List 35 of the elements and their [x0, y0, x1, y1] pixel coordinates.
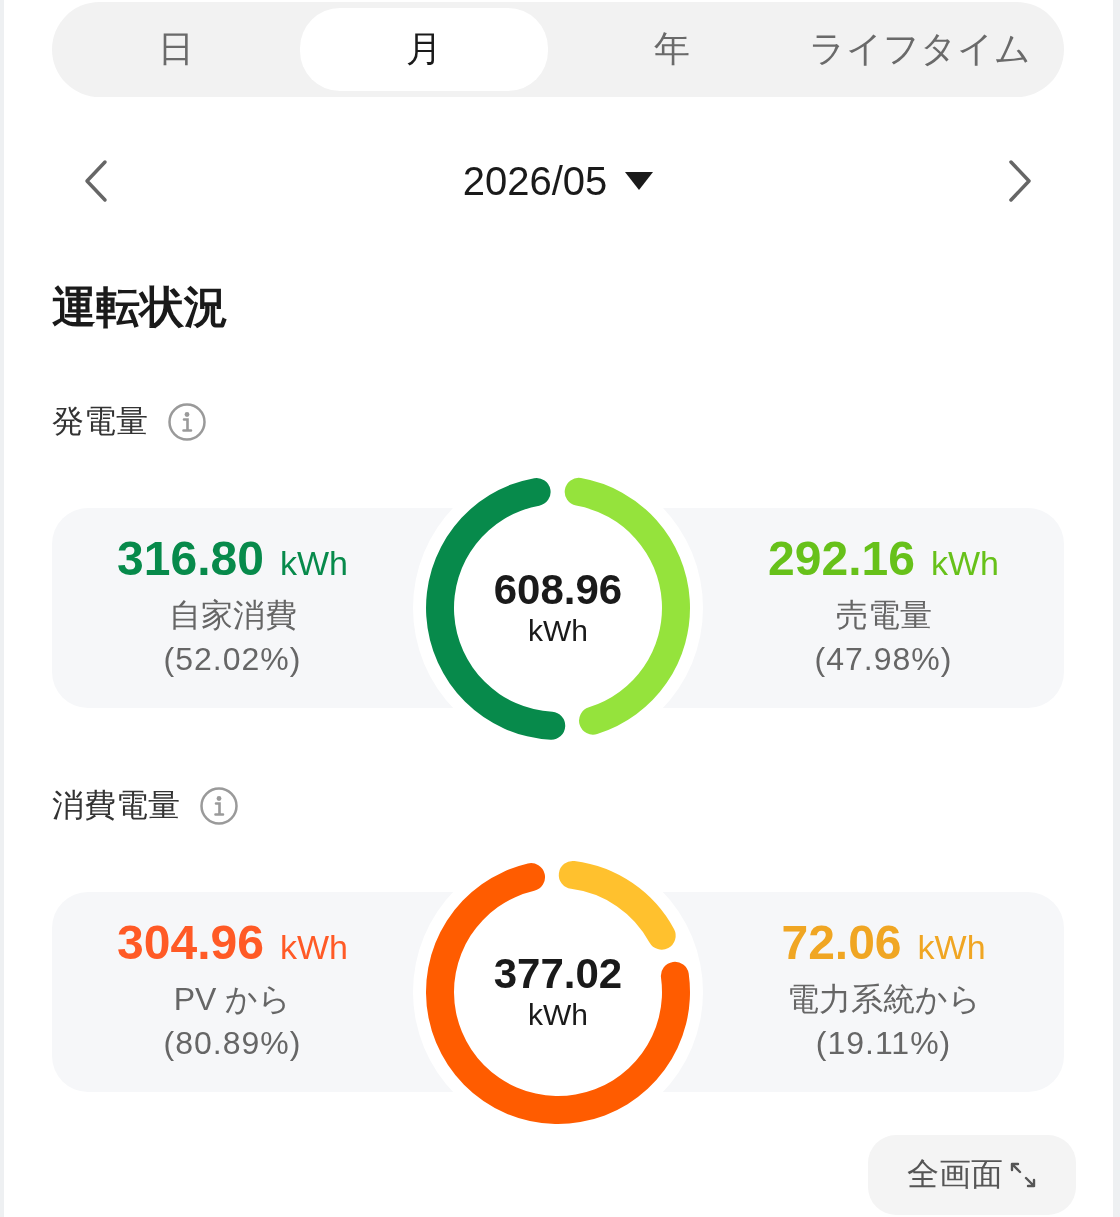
total-value: 608.96: [493, 567, 623, 613]
energy-unit: kWh: [930, 543, 999, 584]
energy-value: 72.06: [781, 919, 902, 967]
panel-title: 消費電量: [52, 786, 180, 825]
energy-value: 292.16: [768, 535, 915, 583]
tab[interactable]: 年: [548, 8, 796, 91]
tab[interactable]: 月: [300, 8, 548, 91]
percentage-text: (47.98%): [814, 640, 953, 679]
chevron-left-icon[interactable]: [84, 159, 108, 203]
tab[interactable]: ライフタイム: [796, 8, 1044, 91]
energy-unit: kWh: [279, 543, 348, 584]
total-unit: kWh: [528, 997, 588, 1033]
percentage-text: (52.02%): [163, 640, 302, 679]
section-title: 運転状況: [52, 281, 228, 333]
info-icon[interactable]: [200, 787, 238, 825]
tab[interactable]: 日: [52, 8, 300, 91]
category-label: 自家消費: [168, 596, 297, 635]
percentage-text: (19.11%): [815, 1024, 952, 1063]
total-value: 377.02: [493, 951, 623, 997]
fullscreen-button[interactable]: 全画面: [868, 1135, 1076, 1215]
period-dropdown[interactable]: 2026/05: [462, 158, 654, 204]
panel-title: 発電量: [52, 402, 148, 441]
total-unit: kWh: [528, 613, 588, 649]
energy-value: 316.80: [117, 535, 264, 583]
caret-down-icon: [625, 172, 654, 190]
info-icon[interactable]: [168, 403, 206, 441]
category-label: 売電量: [835, 596, 932, 635]
chevron-right-icon[interactable]: [1008, 159, 1032, 203]
percentage-text: (80.89%): [163, 1024, 302, 1063]
energy-unit: kWh: [279, 927, 348, 968]
energy-value: 304.96: [117, 919, 264, 967]
category-label: PV から: [173, 980, 292, 1019]
energy-unit: kWh: [917, 927, 986, 968]
category-label: 電力系統から: [786, 980, 981, 1019]
expand-icon: [1009, 1161, 1037, 1189]
